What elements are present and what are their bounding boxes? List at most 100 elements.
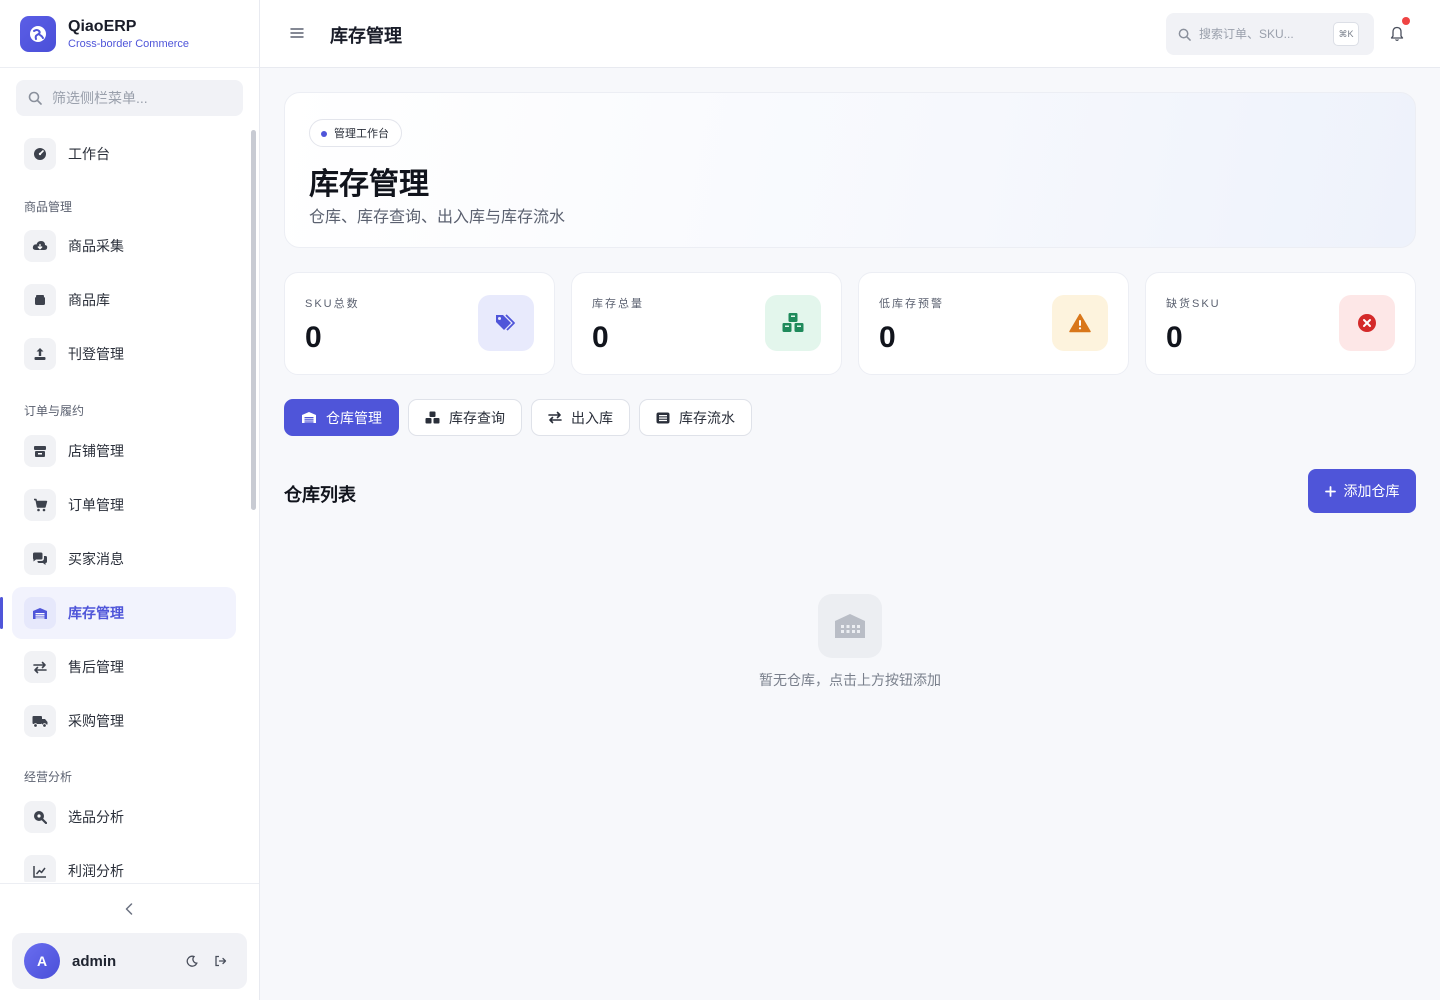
stat-card-stock-total: 库存总量 0: [571, 272, 842, 375]
global-search-input[interactable]: [1199, 27, 1325, 41]
tab-warehouses[interactable]: 仓库管理: [284, 399, 399, 436]
tab-inventory-query[interactable]: 库存查询: [408, 399, 522, 436]
notification-badge: [1402, 17, 1410, 25]
cloud-download-icon: [24, 230, 56, 262]
stat-value: 0: [592, 321, 609, 354]
sidebar-item-profit-analysis[interactable]: 利润分析: [12, 845, 236, 882]
sidebar-item-label: 采购管理: [68, 713, 124, 729]
box-icon: [24, 284, 56, 316]
sidebar-item-messages[interactable]: 买家消息: [12, 533, 236, 585]
stat-label: 库存总量: [592, 298, 644, 310]
bell-icon: [1390, 26, 1404, 41]
add-warehouse-label: 添加仓库: [1343, 483, 1400, 499]
empty-state-text: 暂无仓库，点击上方按钮添加: [759, 672, 941, 688]
sidebar-scrollbar[interactable]: [251, 130, 256, 510]
theme-toggle-button[interactable]: [180, 949, 204, 973]
sidebar-item-inventory[interactable]: 库存管理: [0, 587, 236, 639]
active-indicator: [0, 597, 3, 629]
cart-icon: [24, 489, 56, 521]
warehouse-icon: [302, 412, 316, 423]
sidebar-item-dashboard[interactable]: 工作台: [12, 128, 236, 180]
store-icon: [24, 435, 56, 467]
stat-value: 0: [1166, 321, 1183, 354]
sidebar-item-label: 商品库: [68, 292, 110, 308]
nav-group-analytics: 经营分析: [24, 770, 73, 784]
moon-icon: [186, 955, 198, 967]
chat-icon: [24, 543, 56, 575]
logout-button[interactable]: [208, 949, 232, 973]
search-icon: [1178, 28, 1191, 41]
hero-title: 库存管理: [309, 168, 429, 201]
workspace-badge: 管理工作台: [309, 119, 402, 147]
sidebar-item-label: 商品采集: [68, 238, 124, 254]
sidebar-item-after-sales[interactable]: 售后管理: [12, 641, 236, 693]
tab-label: 出入库: [571, 409, 613, 426]
stat-label: 低库存预警: [879, 298, 944, 310]
sidebar-search[interactable]: [16, 80, 243, 116]
warning-icon: [1052, 295, 1108, 351]
stat-value: 0: [305, 321, 322, 354]
global-search[interactable]: ⌘K: [1166, 13, 1374, 55]
hero-subtitle: 仓库、库存查询、出入库与库存流水: [309, 209, 566, 226]
tab-label: 库存流水: [679, 409, 735, 426]
warehouse-icon: [24, 597, 56, 629]
menu-icon: [290, 28, 304, 38]
sidebar-item-listing[interactable]: 刊登管理: [12, 328, 236, 380]
exchange-icon: [24, 651, 56, 683]
collapse-sidebar-button[interactable]: [120, 900, 138, 918]
sidebar-item-label: 订单管理: [68, 497, 124, 513]
sidebar: QiaoERP Cross-border Commerce 工作台 商品管理 商…: [0, 0, 260, 1000]
search-icon: [28, 91, 42, 105]
brand-name: QiaoERP: [68, 17, 137, 35]
sidebar-search-input[interactable]: [52, 90, 232, 106]
tags-icon: [478, 295, 534, 351]
brand-subtitle: Cross-border Commerce: [68, 37, 190, 50]
truck-icon: [24, 705, 56, 737]
add-warehouse-button[interactable]: 添加仓库: [1308, 469, 1416, 513]
brand[interactable]: QiaoERP Cross-border Commerce: [0, 0, 259, 68]
topbar: 库存管理 ⌘K: [260, 0, 1440, 68]
stat-card-out-of-stock: 缺货SKU 0: [1145, 272, 1416, 375]
stat-card-sku-total: SKU总数 0: [284, 272, 555, 375]
sidebar-item-product-analysis[interactable]: 选品分析: [12, 791, 236, 843]
sidebar-item-orders[interactable]: 订单管理: [12, 479, 236, 531]
logout-icon: [214, 955, 226, 967]
plus-icon: [1324, 485, 1336, 497]
warehouse-icon: [818, 594, 882, 658]
shortcut-hint: ⌘K: [1333, 22, 1359, 46]
sidebar-footer: A admin: [0, 883, 259, 1000]
sidebar-item-label: 利润分析: [68, 863, 124, 879]
sidebar-item-label: 售后管理: [68, 659, 124, 675]
sidebar-item-collect[interactable]: 商品采集: [12, 220, 236, 272]
tab-label: 库存查询: [449, 409, 505, 426]
sidebar-item-label: 店铺管理: [68, 443, 124, 459]
stat-label: SKU总数: [305, 298, 360, 310]
sidebar-nav: 工作台 商品管理 商品采集 商品库 刊登管理 订单与履约 店铺管理 订单管理 买…: [0, 128, 250, 882]
sidebar-item-stores[interactable]: 店铺管理: [12, 425, 236, 477]
badge-dot: [321, 131, 327, 137]
sidebar-item-label: 工作台: [68, 146, 110, 162]
search-dollar-icon: [24, 801, 56, 833]
list-icon: [656, 412, 670, 423]
sidebar-item-purchasing[interactable]: 采购管理: [12, 695, 236, 747]
stat-value: 0: [879, 321, 896, 354]
sidebar-item-label: 选品分析: [68, 809, 124, 825]
nav-group-products: 商品管理: [24, 200, 73, 214]
sidebar-item-product-library[interactable]: 商品库: [12, 274, 236, 326]
cubes-icon: [425, 411, 440, 424]
page-title: 库存管理: [330, 26, 402, 46]
inventory-tabs: 仓库管理 库存查询 出入库 库存流水: [284, 399, 752, 437]
section-title: 仓库列表: [284, 485, 356, 505]
globe-icon: [20, 15, 56, 52]
stat-label: 缺货SKU: [1166, 298, 1221, 310]
nav-group-orders: 订单与履约: [24, 404, 85, 418]
user-card: A admin: [12, 933, 247, 989]
tab-stock-in-out[interactable]: 出入库: [531, 399, 630, 436]
avatar[interactable]: A: [24, 943, 60, 979]
chevron-left-icon: [125, 903, 133, 915]
upload-icon: [24, 338, 56, 370]
menu-toggle-button[interactable]: [290, 26, 306, 42]
notifications-button[interactable]: [1390, 26, 1408, 44]
tab-stock-ledger[interactable]: 库存流水: [639, 399, 752, 436]
sidebar-item-label: 刊登管理: [68, 346, 124, 362]
